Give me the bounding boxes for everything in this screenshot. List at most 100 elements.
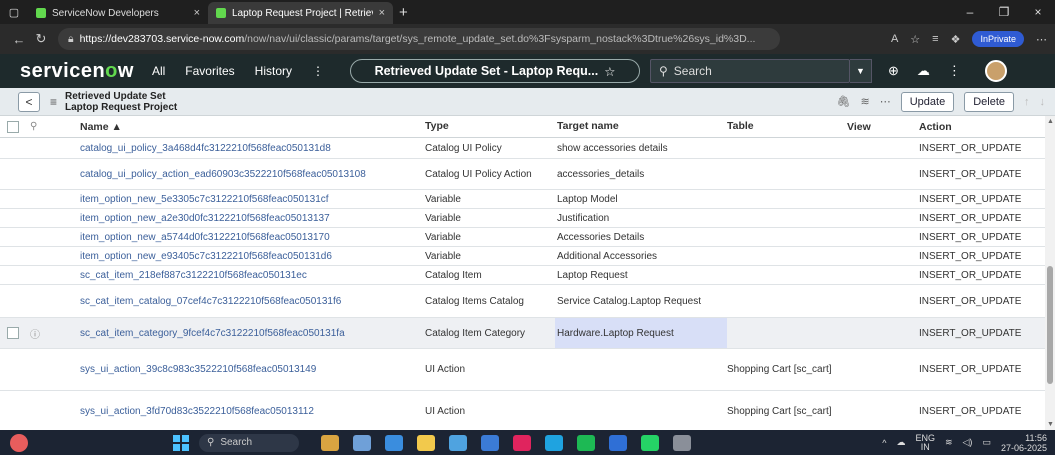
row-name-link[interactable]: catalog_ui_policy_action_ead60903c352221…	[80, 169, 425, 180]
back-arrow-icon[interactable]: ←	[8, 32, 30, 47]
prev-record-icon[interactable]: ↑	[1024, 96, 1030, 108]
browser-menu-icon[interactable]: ⋯	[1036, 33, 1047, 46]
row-name-link[interactable]: catalog_ui_policy_3a468d4fc3122210f568fe…	[80, 143, 425, 154]
taskbar-search[interactable]: ⚲ Search	[199, 433, 299, 452]
screen: ▢ ServiceNow Developers × Laptop Request…	[0, 0, 1055, 455]
copilot-app-icon[interactable]	[385, 434, 403, 451]
row-name-link[interactable]: item_option_new_a2e30d0fc3122210f568feac…	[80, 213, 425, 224]
file-explorer-icon[interactable]	[417, 434, 435, 451]
settings-gear-icon[interactable]	[673, 434, 691, 451]
column-header-name[interactable]: Name ▲	[80, 121, 425, 133]
delete-button[interactable]: Delete	[964, 91, 1014, 112]
office-app-icon[interactable]	[513, 434, 531, 451]
table-row-hovered[interactable]: ⓘ sc_cat_item_category_9fcef4c7c3122210f…	[0, 318, 1045, 349]
scroll-up-icon[interactable]: ▲	[1047, 118, 1054, 125]
table-row[interactable]: item_option_new_5e3305c7c3122210f568feac…	[0, 190, 1045, 209]
edge-browser-icon[interactable]	[545, 434, 563, 451]
menu-favorites[interactable]: Favorites	[185, 64, 234, 78]
context-title-pill[interactable]: Retrieved Update Set - Laptop Requ... ☆	[350, 59, 640, 83]
column-header-type[interactable]: Type	[425, 121, 555, 132]
minimize-icon[interactable]: –	[953, 5, 987, 19]
row-target-highlighted[interactable]: Hardware.Laptop Request	[555, 318, 727, 348]
avatar[interactable]	[984, 60, 1007, 82]
column-header-action[interactable]: Action	[919, 121, 1045, 133]
column-header-target[interactable]: Target name	[555, 116, 727, 137]
table-row[interactable]: sys_ui_action_39c8c983c3522210f568feac05…	[0, 349, 1045, 391]
table-row[interactable]: sys_ui_action_3fd70d83c3522210f568feac05…	[0, 391, 1045, 430]
restore-icon[interactable]: ❐	[987, 5, 1021, 19]
row-info-icon[interactable]: ⓘ	[26, 326, 80, 341]
table-row[interactable]: sc_cat_item_218ef887c3122210f568feac0501…	[0, 266, 1045, 285]
widgets-app-icon[interactable]	[321, 434, 339, 451]
list-search-icon[interactable]: ⚲	[26, 121, 80, 132]
battery-icon[interactable]: ▭	[982, 437, 991, 448]
table-row[interactable]: catalog_ui_policy_3a468d4fc3122210f568fe…	[0, 138, 1045, 159]
global-search-input[interactable]: ⚲ Search	[650, 59, 850, 83]
language-indicator[interactable]: ENG IN	[915, 433, 935, 452]
servicenow-logo[interactable]: servicenow	[20, 60, 134, 83]
favorite-star-icon[interactable]: ☆	[910, 33, 920, 46]
table-row[interactable]: item_option_new_e93405c7c3122210f568feac…	[0, 247, 1045, 266]
back-button[interactable]: <	[18, 91, 40, 112]
menu-all[interactable]: All	[152, 64, 165, 78]
row-name-link[interactable]: item_option_new_5e3305c7c3122210f568feac…	[80, 194, 425, 205]
task-view-icon[interactable]	[353, 434, 371, 451]
url-field[interactable]: 🔒︎ https://dev283703.service-now.com /no…	[58, 28, 780, 50]
globe-icon[interactable]: ⊕	[888, 63, 899, 79]
row-name-link[interactable]: sc_cat_item_catalog_07cef4c7c3122210f568…	[80, 296, 425, 307]
store-app-icon[interactable]	[481, 434, 499, 451]
tab-close-icon[interactable]: ×	[379, 7, 385, 19]
browser-tab-laptop-request[interactable]: Laptop Request Project | Retrieve ×	[208, 2, 393, 24]
extensions-icon[interactable]: ❖	[951, 33, 961, 46]
hamburger-icon[interactable]: ≡	[50, 95, 57, 109]
windows-start-icon[interactable]	[173, 434, 189, 451]
menu-more-icon[interactable]: ⋮	[312, 64, 324, 78]
inprivate-badge[interactable]: InPrivate	[972, 31, 1024, 47]
tray-chevron-up-icon[interactable]: ^	[882, 438, 886, 448]
favorites-list-icon[interactable]: ≡	[932, 33, 938, 45]
volume-icon[interactable]: ◁)	[963, 437, 973, 448]
table-row[interactable]: sc_cat_item_catalog_07cef4c7c3122210f568…	[0, 285, 1045, 318]
attachment-icon[interactable]: 🖇︎	[837, 95, 851, 108]
whatsapp-icon[interactable]	[641, 434, 659, 451]
select-all-checkbox[interactable]	[7, 120, 19, 133]
scroll-down-icon[interactable]: ▼	[1047, 421, 1054, 428]
calendar-app-icon[interactable]	[609, 434, 627, 451]
onedrive-cloud-icon[interactable]: ☁	[896, 437, 905, 448]
search-scope-dropdown[interactable]: ▼	[850, 59, 872, 83]
table-row[interactable]: catalog_ui_policy_action_ead60903c352221…	[0, 159, 1045, 190]
new-tab-button[interactable]: +	[399, 4, 408, 21]
row-name-link[interactable]: item_option_new_e93405c7c3122210f568feac…	[80, 251, 425, 262]
taskbar-clock[interactable]: 11:56 27-06-2025	[1001, 433, 1047, 453]
settings-sliders-icon[interactable]: ≋	[861, 95, 870, 108]
table-row[interactable]: item_option_new_a5744d0fc3122210f568feac…	[0, 228, 1045, 247]
read-aloud-icon[interactable]: A	[891, 33, 898, 45]
weather-widget-icon[interactable]	[10, 433, 28, 452]
table-row[interactable]: item_option_new_a2e30d0fc3122210f568feac…	[0, 209, 1045, 228]
row-name-link[interactable]: sys_ui_action_3fd70d83c3522210f568feac05…	[80, 406, 425, 417]
list-scrollbar[interactable]: ▲ ▼	[1045, 116, 1055, 430]
browser-tab-servicenow-developers[interactable]: ServiceNow Developers ×	[28, 2, 208, 24]
next-record-icon[interactable]: ↓	[1040, 96, 1046, 108]
column-header-view[interactable]: View	[847, 121, 919, 133]
wifi-icon[interactable]: ≋	[945, 437, 953, 448]
row-name-link[interactable]: sc_cat_item_218ef887c3122210f568feac0501…	[80, 270, 425, 281]
scrollbar-thumb[interactable]	[1047, 266, 1053, 384]
favorite-star-icon[interactable]: ☆	[604, 64, 615, 79]
more-icon[interactable]: ⋮	[948, 63, 961, 79]
chat-icon[interactable]: ☁	[917, 63, 930, 79]
row-name-link[interactable]: item_option_new_a5744d0fc3122210f568feac…	[80, 232, 425, 243]
row-name-link[interactable]: sys_ui_action_39c8c983c3522210f568feac05…	[80, 364, 425, 375]
close-window-icon[interactable]: ×	[1021, 5, 1055, 19]
tab-close-icon[interactable]: ×	[194, 7, 200, 19]
update-button[interactable]: Update	[900, 91, 955, 112]
window-menu-icon[interactable]: ▢	[0, 0, 28, 24]
spotify-icon[interactable]	[577, 434, 595, 451]
row-name-link[interactable]: sc_cat_item_category_9fcef4c7c3122210f56…	[80, 328, 425, 339]
more-options-icon[interactable]: ⋯	[880, 95, 891, 108]
edge-dev-icon[interactable]	[449, 434, 467, 451]
refresh-icon[interactable]: ↻	[30, 31, 52, 47]
row-checkbox[interactable]	[7, 327, 19, 339]
column-header-table[interactable]: Table	[727, 121, 847, 132]
menu-history[interactable]: History	[255, 64, 292, 78]
